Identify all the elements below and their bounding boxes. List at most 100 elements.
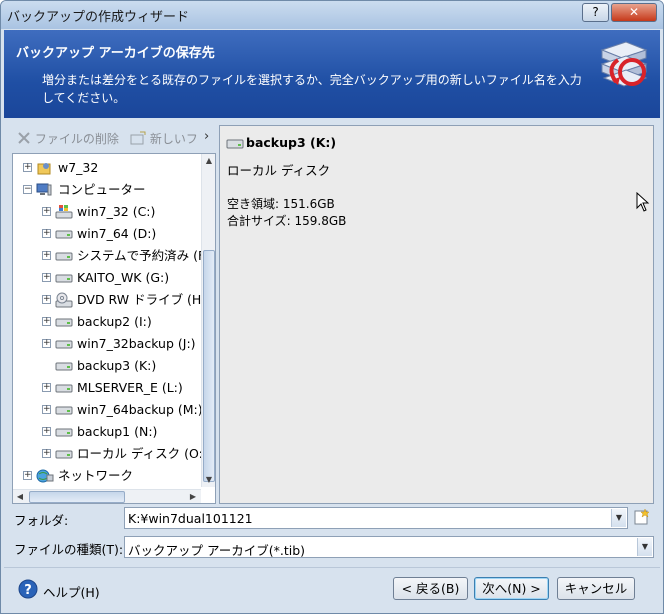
close-button[interactable]: ✕ xyxy=(611,3,657,22)
tree-item[interactable]: − コンピューター xyxy=(21,180,199,200)
title-help-button[interactable]: ? xyxy=(582,3,609,22)
delete-file-button[interactable]: ファイルの削除 xyxy=(17,130,119,147)
title-bar: バックアップの作成ウィザード ? ✕ xyxy=(1,1,663,29)
tree-item-label: win7_32backup (J:) xyxy=(77,336,196,351)
help-link[interactable]: ヘルプ(H) xyxy=(43,582,100,601)
drive-icon xyxy=(55,446,73,466)
expand-icon[interactable]: + xyxy=(42,207,51,216)
header-title: バックアップ アーカイブの保存先 xyxy=(16,46,215,61)
drive-icon xyxy=(55,314,73,334)
expand-icon[interactable]: + xyxy=(42,251,51,260)
expand-icon[interactable]: + xyxy=(42,405,51,414)
toolbar-overflow-button[interactable]: › xyxy=(204,129,209,144)
wizard-logo-icon xyxy=(600,41,648,87)
tree-vertical-scrollbar[interactable]: ▲ ▼ xyxy=(201,154,215,487)
tree-item[interactable]: + backup2 (I:) xyxy=(21,312,199,332)
delete-file-label: ファイルの削除 xyxy=(34,132,119,146)
filetype-label: ファイルの種類(T): xyxy=(14,542,124,557)
tree-item-label: win7_64backup (M:) xyxy=(77,402,203,417)
tree-horizontal-scrollbar[interactable]: ◀ ▶ xyxy=(13,489,201,503)
tree-item-label: システムで予約済み (F xyxy=(77,248,206,263)
expand-icon[interactable]: + xyxy=(42,339,51,348)
new-file-label: 新しいフ xyxy=(149,132,198,146)
tree-item-label: backup3 (K:) xyxy=(77,358,157,373)
tree-item-label: ローカル ディスク (O: xyxy=(77,446,203,461)
tree-item-label: w7_32 xyxy=(58,160,99,175)
dvd-drive-icon xyxy=(55,292,73,314)
user-folder-icon xyxy=(36,160,52,182)
back-button[interactable]: < 戻る(B) xyxy=(393,577,468,600)
tree-item[interactable]: + システムで予約済み (F xyxy=(21,246,205,268)
header-description: 増分または差分をとる既存のファイルを選択するか、完全バックアップ用の新しいファイ… xyxy=(42,73,582,105)
tree-item-label: DVD RW ドライブ (H xyxy=(77,292,202,307)
new-folder-icon[interactable] xyxy=(633,508,651,526)
help-icon[interactable]: ? xyxy=(18,579,38,599)
tree-item[interactable]: + ネットワーク xyxy=(21,466,199,486)
tree-item[interactable]: + win7_64 (D:) xyxy=(21,224,199,244)
collapse-icon[interactable]: − xyxy=(23,185,32,194)
tree-item[interactable]: + MLSERVER_E (L:) xyxy=(21,378,199,398)
tree-item-label: backup1 (N:) xyxy=(77,424,158,439)
scroll-up-arrow[interactable]: ▲ xyxy=(203,154,215,168)
tree-item[interactable]: + ローカル ディスク (O: xyxy=(21,444,203,466)
tree-item[interactable]: + DVD RW ドライブ (H xyxy=(21,290,202,310)
filetype-dropdown-button[interactable]: ▼ xyxy=(637,538,652,556)
tree-item[interactable]: backup3 (K:) xyxy=(21,356,199,376)
expand-icon[interactable]: + xyxy=(42,295,51,304)
tree-item-label: backup2 (I:) xyxy=(77,314,152,329)
drive-icon xyxy=(55,380,73,400)
scroll-left-arrow[interactable]: ◀ xyxy=(13,490,27,503)
total-size: 合計サイズ: 159.8GB xyxy=(227,214,347,228)
expand-icon[interactable]: + xyxy=(42,383,51,392)
cancel-button[interactable]: キャンセル xyxy=(557,577,635,600)
free-space: 空き領域: 151.6GB xyxy=(227,197,335,211)
tree-item-label: KAITO_WK (G:) xyxy=(77,270,170,285)
drive-icon xyxy=(55,248,73,268)
expand-icon[interactable]: + xyxy=(42,317,51,326)
tree-item[interactable]: + KAITO_WK (G:) xyxy=(21,268,199,288)
folder-dropdown-button[interactable]: ▼ xyxy=(611,509,626,527)
next-button[interactable]: 次へ(N) > xyxy=(474,577,549,600)
expand-icon[interactable]: + xyxy=(23,471,32,480)
footer-divider xyxy=(4,567,660,568)
vertical-scroll-thumb[interactable] xyxy=(203,250,215,482)
horizontal-scroll-thumb[interactable] xyxy=(29,491,125,503)
selected-drive-name: backup3 (K:) xyxy=(246,135,337,150)
folder-input[interactable]: K:¥win7dual101121 ▼ xyxy=(124,507,628,529)
new-file-button[interactable]: 新しいフ xyxy=(130,130,204,147)
scroll-down-arrow[interactable]: ▼ xyxy=(203,473,215,487)
expand-icon[interactable]: + xyxy=(42,449,51,458)
tree-item[interactable]: + win7_32backup (J:) xyxy=(21,334,199,354)
drive-icon xyxy=(226,139,244,149)
mouse-cursor-icon xyxy=(636,192,650,212)
tree-item-label: win7_32 (C:) xyxy=(77,204,156,219)
wizard-window: バックアップの作成ウィザード ? ✕ バックアップ アーカイブの保存先 増分また… xyxy=(0,0,664,614)
expand-icon[interactable]: + xyxy=(42,427,51,436)
tree-item[interactable]: + backup1 (N:) xyxy=(21,422,199,442)
system-drive-icon xyxy=(55,204,73,226)
drive-icon xyxy=(55,270,73,290)
tree-item[interactable]: + w7_32 xyxy=(21,158,199,178)
filetype-select[interactable]: バックアップ アーカイブ(*.tib) ▼ xyxy=(124,536,654,558)
drive-icon xyxy=(55,424,73,444)
tree-item-label: win7_64 (D:) xyxy=(77,226,157,241)
window-title: バックアップの作成ウィザード xyxy=(7,10,190,25)
scroll-right-arrow[interactable]: ▶ xyxy=(186,490,200,503)
drive-icon xyxy=(55,226,73,246)
folder-value: K:¥win7dual101121 xyxy=(128,511,253,526)
tree-toolbar: ファイルの削除 新しいフ › xyxy=(12,125,216,151)
drive-icon xyxy=(55,336,73,356)
network-icon xyxy=(36,468,54,490)
expand-icon[interactable]: + xyxy=(23,163,32,172)
tree-item-label: ネットワーク xyxy=(58,468,134,483)
expand-icon[interactable]: + xyxy=(42,229,51,238)
location-tree[interactable]: + w7_32 − コンピューター + win7_32 (C:) + win7_64 (D:)… xyxy=(12,153,216,504)
expand-icon[interactable]: + xyxy=(42,273,51,282)
wizard-header: バックアップ アーカイブの保存先 増分または差分をとる既存のファイルを選択するか… xyxy=(4,30,660,118)
tree-item[interactable]: + win7_64backup (M:) xyxy=(21,400,203,422)
tree-item-label: MLSERVER_E (L:) xyxy=(77,380,183,395)
drive-icon xyxy=(55,402,73,422)
delete-icon xyxy=(18,132,30,144)
tree-item[interactable]: + win7_32 (C:) xyxy=(21,202,199,222)
tree-item-label: コンピューター xyxy=(58,182,146,197)
